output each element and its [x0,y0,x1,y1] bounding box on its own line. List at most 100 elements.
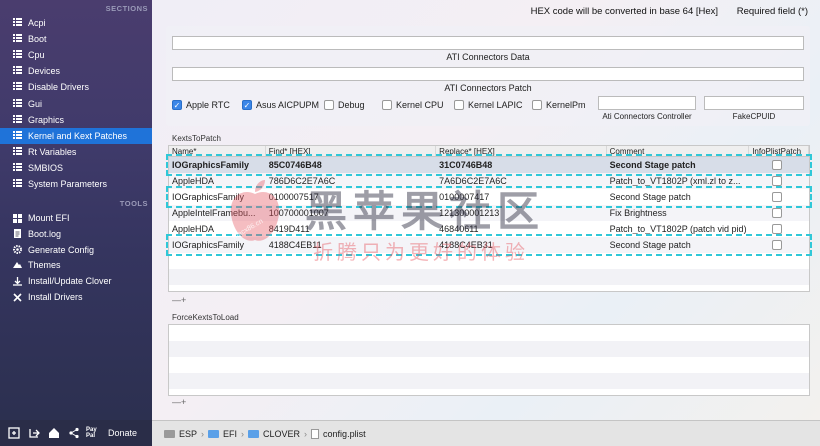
table-row[interactable]: IOGraphicsFamily 4188C4EB11 4188C4EB31 Seco… [166,234,812,256]
force-kexts-add-remove[interactable]: —+ [172,397,186,407]
col-infoplistpatch[interactable]: InfoPlistPatch [749,146,809,156]
cell-name[interactable]: AppleIntelFramebu... [169,208,266,218]
col-find[interactable]: Find* [HEX] [266,146,437,156]
cell-infoplistpatch [749,224,809,234]
table-row[interactable]: IOGraphicsFamily 85C0746B48 31C0746B48 Seco… [166,154,812,176]
sidebar-item-label: Boot [28,34,47,45]
fakecpuid-field[interactable] [704,96,804,110]
cell-replace[interactable]: 46840611 [436,224,606,234]
tool-mount-efi[interactable]: Mount EFI [0,210,152,226]
checkbox-box[interactable] [532,100,542,110]
ati-connectors-patch-field[interactable] [172,67,804,81]
path-efi[interactable]: EFI [223,429,237,439]
cell-find[interactable]: 0100007517 [266,192,436,202]
table-row[interactable] [169,325,809,341]
cell-replace[interactable]: 4188C4EB31 [436,240,606,250]
cell-comment[interactable]: Second Stage patch [607,240,750,250]
ati-connectors-data-field[interactable] [172,36,804,50]
cell-comment[interactable]: Patch_to_VT1802P (xml.zl to z... [607,176,750,186]
table-row[interactable]: AppleHDA 8419D411 46840611 Patch_to_VT1802P… [169,221,809,237]
cell-replace[interactable]: 121300001213 [436,208,606,218]
home-icon[interactable] [46,425,62,441]
checkbox-box[interactable] [382,100,392,110]
checkmark-icon[interactable]: ✓ [172,100,182,110]
sidebar-item-boot[interactable]: Boot [0,31,152,47]
sidebar-item-graphics[interactable]: Graphics [0,112,152,128]
checkbox-asus-aicpupm[interactable]: ✓ Asus AICPUPM [242,100,319,110]
tool-label: Mount EFI [28,213,70,223]
sidebar-item-rt-variables[interactable]: Rt Variables [0,144,152,160]
checkmark-icon[interactable]: ✓ [242,100,252,110]
ati-connectors-data-label: ATI Connectors Data [446,52,530,62]
table-row[interactable]: IOGraphicsFamily 0100007517 0100007417 Seco… [166,186,812,208]
sidebar-item-system-parameters[interactable]: System Parameters [0,176,152,192]
tool-boot-log[interactable]: Boot.log [0,226,152,242]
tool-install-update-clover[interactable]: Install/Update Clover [0,273,152,289]
cell-find[interactable]: 100700001007 [266,208,436,218]
cell-comment[interactable]: Second Stage patch [607,192,750,202]
paypal-icon[interactable]: Pay Pal [86,425,102,441]
cell-find[interactable]: 8419D411 [266,224,436,234]
infoplist-checkbox[interactable] [772,192,783,202]
sidebar-item-gui[interactable]: Gui [0,96,152,112]
col-replace[interactable]: Replace* [HEX] [436,146,607,156]
sidebar-item-cpu[interactable]: Cpu [0,47,152,63]
kexts-add-remove[interactable]: —+ [172,295,186,305]
checkbox-kernel-lapic[interactable]: Kernel LAPIC [454,100,523,110]
sidebar-item-kernel-and-kext-patches[interactable]: Kernel and Kext Patches [0,127,152,144]
path-esp[interactable]: ESP [179,429,197,439]
import-icon[interactable] [26,425,42,441]
checkbox-box[interactable] [454,100,464,110]
cell-name[interactable]: IOGraphicsFamily [169,240,266,250]
donate-button[interactable]: Donate [108,428,137,438]
col-comment[interactable]: Comment [607,146,750,156]
tool-generate-config[interactable]: Generate Config [0,242,152,258]
share-icon[interactable] [66,425,82,441]
force-kexts-table [168,324,810,396]
checkbox-kernelpm[interactable]: KernelPm [532,100,586,110]
infoplist-checkbox[interactable] [772,176,783,186]
checkbox-apple-rtc[interactable]: ✓ Apple RTC [172,100,230,110]
path-config[interactable]: config.plist [323,429,366,439]
checkbox-box[interactable] [324,100,334,110]
cell-replace[interactable]: 0100007417 [436,192,606,202]
sidebar-item-acpi[interactable]: Acpi [0,15,152,31]
table-row[interactable] [169,269,809,285]
cell-name[interactable]: AppleHDA [169,224,266,234]
export-icon[interactable] [6,425,22,441]
tool-install-drivers[interactable]: Install Drivers [0,289,152,305]
cell-comment[interactable]: Second Stage patch [607,160,750,170]
table-row[interactable] [169,253,809,269]
table-row[interactable]: AppleIntelFramebu... 100700001007 12130000… [169,205,809,221]
main-panel: HEX code will be converted in base 64 [H… [152,0,820,420]
sidebar-item-label: Kernel and Kext Patches [28,130,128,141]
ati-connectors-controller-field[interactable] [598,96,696,110]
path-clover[interactable]: CLOVER [263,429,300,439]
cell-name[interactable]: IOGraphicsFamily [169,192,266,202]
cell-replace[interactable]: 7A6D6C2E7A6C [436,176,606,186]
checkbox-kernel-cpu[interactable]: Kernel CPU [382,100,444,110]
cell-name[interactable]: AppleHDA [169,176,266,186]
sidebar-item-smbios[interactable]: SMBIOS [0,160,152,176]
table-row[interactable]: AppleHDA 786D6C2E7A6C 7A6D6C2E7A6C Patch_to… [169,173,809,189]
tool-themes[interactable]: Themes [0,257,152,273]
checkbox-debug[interactable]: Debug [324,100,365,110]
col-name[interactable]: Name* [169,146,266,156]
table-row[interactable] [169,357,809,373]
table-row[interactable] [169,373,809,389]
cell-find[interactable]: 85C0746B48 [266,160,436,170]
table-row[interactable] [169,341,809,357]
cell-comment[interactable]: Patch_to_VT1802P (patch vid pid) [607,224,750,234]
infoplist-checkbox[interactable] [772,160,783,170]
sidebar-item-disable-drivers[interactable]: Disable Drivers [0,79,152,95]
cell-name[interactable]: IOGraphicsFamily [169,160,266,170]
sidebar-item-devices[interactable]: Devices [0,63,152,79]
cell-replace[interactable]: 31C0746B48 [436,160,606,170]
cell-find[interactable]: 4188C4EB11 [266,240,436,250]
cell-comment[interactable]: Fix Brightness [607,208,750,218]
infoplist-checkbox[interactable] [772,240,783,250]
infoplist-checkbox[interactable] [772,224,783,234]
sidebar-item-label: Rt Variables [28,146,77,157]
infoplist-checkbox[interactable] [772,208,783,218]
cell-find[interactable]: 786D6C2E7A6C [266,176,436,186]
